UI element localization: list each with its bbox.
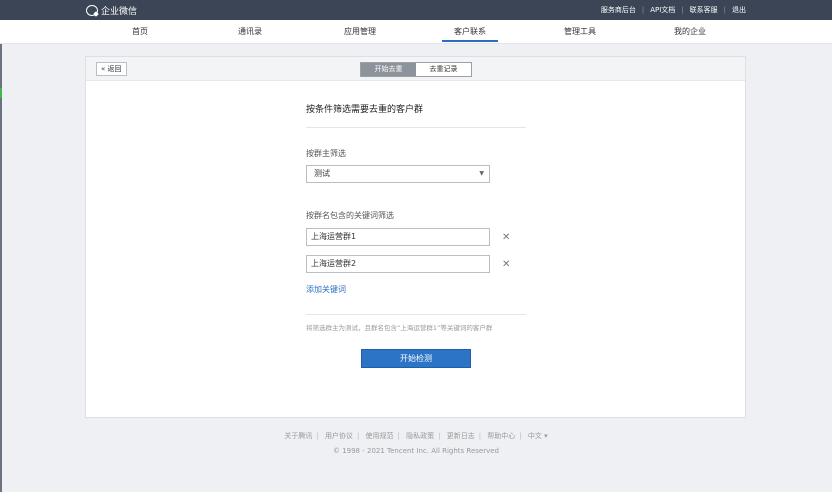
nav-label: 应用管理 — [344, 27, 376, 36]
footer-link-privacy[interactable]: 隐私政策 — [406, 432, 434, 440]
dedupe-card: « 返回 开始去重 去重记录 按条件筛选需要去重的客户群 按群主筛选 测试 ▼ … — [85, 56, 746, 418]
close-icon[interactable]: ✕ — [502, 260, 510, 270]
add-keyword-link[interactable]: 添加关键词 — [306, 284, 346, 295]
language-select[interactable]: 中文 ▾ — [528, 432, 548, 440]
separator: | — [519, 432, 522, 440]
tab-switch: 开始去重 去重记录 — [360, 62, 472, 77]
separator: | — [478, 432, 482, 440]
footer-link-usage-rules[interactable]: 使用规范 — [366, 432, 394, 440]
logo[interactable]: 企业微信 — [86, 4, 137, 17]
separator: | — [681, 6, 684, 14]
divider — [306, 314, 526, 315]
wecom-logo-icon — [86, 4, 98, 16]
footer-link-about[interactable]: 关于腾讯 — [284, 432, 312, 440]
caret-down-icon: ▼ — [479, 170, 484, 177]
top-links: 服务商后台 | API文档 | 联系客服 | 退出 — [601, 5, 746, 15]
start-check-button[interactable]: 开始检测 — [361, 349, 471, 368]
nav-item-contacts[interactable]: 通讯录 — [220, 20, 280, 44]
nav-item-my-company[interactable]: 我的企业 — [660, 20, 720, 44]
window-left-edge — [0, 44, 2, 492]
edge-marker — [0, 88, 2, 98]
owner-filter-label: 按群主筛选 — [306, 149, 346, 158]
footer-links: 关于腾讯 | 用户协议 | 使用规范 | 隐私政策 | 更新日志 | 帮助中心 | 中文 ▾ — [0, 431, 832, 441]
separator: | — [397, 432, 400, 440]
close-icon[interactable]: ✕ — [502, 233, 510, 243]
nav-item-home[interactable]: 首页 — [110, 20, 170, 44]
nav-item-management-tools[interactable]: 管理工具 — [550, 20, 610, 44]
keyword-input-1[interactable]: 上海运营群1 — [306, 228, 490, 246]
tab-start-dedupe[interactable]: 开始去重 — [361, 63, 416, 76]
tab-dedupe-records[interactable]: 去重记录 — [416, 63, 471, 76]
filter-hint: 将筛选群主为测试，且群名包含“上海运营群1”等关键词的客户群 — [306, 324, 493, 332]
nav-item-customer-contact[interactable]: 客户联系 — [440, 20, 500, 44]
separator: | — [641, 6, 645, 14]
link-logout[interactable]: 退出 — [732, 5, 746, 15]
footer-link-help[interactable]: 帮助中心 — [487, 432, 515, 440]
active-tab-underline — [442, 40, 498, 42]
logo-text: 企业微信 — [101, 6, 138, 17]
keyword-input-2[interactable]: 上海运营群2 — [306, 255, 490, 273]
nav-label: 管理工具 — [564, 27, 596, 36]
footer: 关于腾讯 | 用户协议 | 使用规范 | 隐私政策 | 更新日志 | 帮助中心 | 中文 ▾… — [0, 431, 832, 455]
nav-item-apps[interactable]: 应用管理 — [330, 20, 390, 44]
link-service-provider[interactable]: 服务商后台 — [601, 5, 636, 15]
separator: | — [723, 6, 726, 14]
footer-link-changelog[interactable]: 更新日志 — [447, 432, 475, 440]
owner-select-value: 测试 — [314, 169, 330, 178]
footer-link-user-agreement[interactable]: 用户协议 — [325, 432, 353, 440]
form-title: 按条件筛选需要去重的客户群 — [306, 105, 424, 115]
link-contact-support[interactable]: 联系客服 — [690, 5, 718, 15]
nav-label: 通讯录 — [238, 27, 262, 36]
back-button[interactable]: « 返回 — [96, 62, 127, 76]
keyword-filter-label: 按群名包含的关键词筛选 — [306, 211, 394, 220]
card-header: « 返回 开始去重 去重记录 — [86, 57, 745, 81]
link-api-docs[interactable]: API文档 — [650, 5, 675, 15]
separator: | — [438, 432, 441, 440]
top-bar: 企业微信 服务商后台 | API文档 | 联系客服 | 退出 — [0, 0, 832, 20]
separator: | — [356, 432, 360, 440]
separator: | — [316, 432, 319, 440]
nav-label: 我的企业 — [674, 27, 706, 36]
nav-label: 客户联系 — [454, 27, 486, 36]
double-chevron-left-icon: « — [101, 65, 106, 73]
back-label: 返回 — [107, 65, 122, 73]
divider — [306, 127, 526, 128]
copyright: © 1998 - 2021 Tencent Inc. All Rights Re… — [332, 447, 500, 455]
nav-label: 首页 — [132, 27, 148, 36]
main-nav: 首页 通讯录 应用管理 客户联系 管理工具 我的企业 — [0, 20, 832, 44]
owner-select[interactable]: 测试 ▼ — [306, 165, 490, 183]
